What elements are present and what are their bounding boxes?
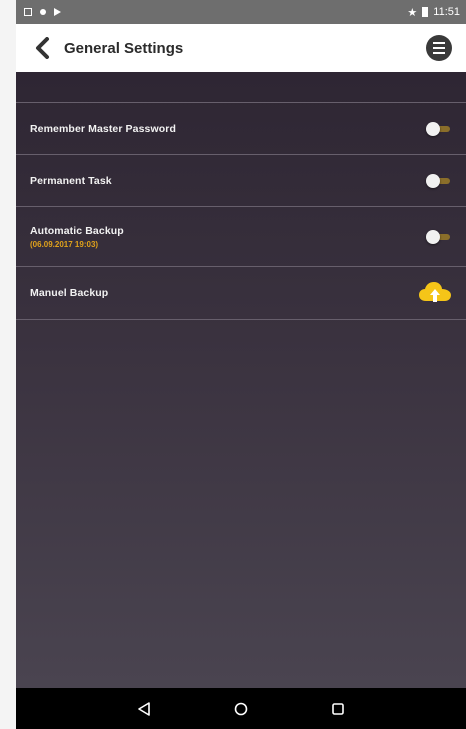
- nav-back-button[interactable]: [132, 697, 156, 721]
- chevron-left-icon: [36, 37, 49, 59]
- battery-icon: [422, 7, 429, 17]
- page-title: General Settings: [64, 39, 184, 57]
- menu-icon: [433, 42, 445, 44]
- settings-content: Remember Master Password Permanent Task …: [16, 72, 466, 688]
- back-button[interactable]: [28, 34, 56, 62]
- recents-icon: [331, 702, 344, 715]
- star-icon: ★: [407, 6, 418, 19]
- setting-label: Permanent Task: [30, 174, 112, 187]
- manual-backup-button[interactable]: [418, 280, 452, 306]
- status-right-icons: ★ 11:51: [407, 6, 460, 19]
- nav-recents-button[interactable]: [326, 697, 350, 721]
- dot-icon: [40, 9, 46, 15]
- setting-label: Remember Master Password: [30, 122, 176, 135]
- back-icon: [138, 701, 151, 716]
- menu-button[interactable]: [426, 35, 452, 61]
- app-header: General Settings: [16, 24, 466, 72]
- section-divider: [16, 72, 466, 103]
- notification-icon: [24, 8, 32, 16]
- setting-row-automatic-backup[interactable]: Automatic Backup (06.09.2017 19:03): [16, 207, 466, 267]
- status-bar: ★ 11:51: [16, 0, 466, 24]
- device-screen: ★ 11:51 General Settings Remember Master…: [16, 0, 466, 729]
- cloud-upload-icon: [419, 282, 451, 302]
- last-backup-date: (06.09.2017 19:03): [30, 239, 99, 249]
- automatic-backup-toggle[interactable]: [426, 229, 452, 244]
- status-time: 11:51: [433, 6, 460, 18]
- setting-row-manual-backup[interactable]: Manuel Backup: [16, 267, 466, 320]
- system-nav-bar: [16, 688, 466, 729]
- home-icon: [234, 702, 248, 715]
- permanent-task-toggle[interactable]: [426, 173, 452, 188]
- remember-master-password-toggle[interactable]: [426, 121, 452, 136]
- media-icon: [54, 8, 61, 16]
- nav-home-button[interactable]: [229, 697, 253, 721]
- setting-label: Automatic Backup: [30, 224, 124, 237]
- setting-row-remember-master-password[interactable]: Remember Master Password: [16, 103, 466, 155]
- automatic-backup-text: Automatic Backup (06.09.2017 19:03): [30, 225, 124, 249]
- status-left-icons: [24, 8, 61, 16]
- setting-row-permanent-task[interactable]: Permanent Task: [16, 155, 466, 207]
- setting-label: Manuel Backup: [30, 287, 109, 299]
